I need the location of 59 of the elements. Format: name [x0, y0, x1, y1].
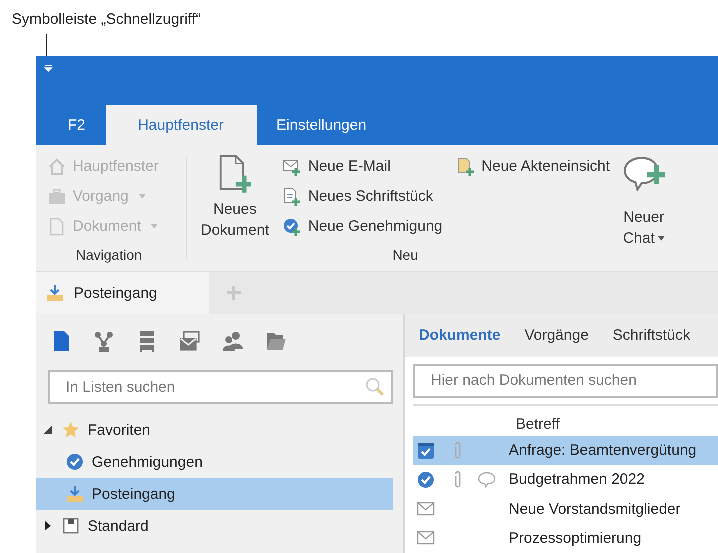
- collapse-arrow-icon[interactable]: [44, 425, 52, 435]
- tree-item[interactable]: Favoriten: [36, 414, 393, 446]
- table-row[interactable]: Budgetrahmen 2022: [413, 465, 718, 494]
- house-icon: [48, 158, 66, 176]
- briefcase-icon: [48, 188, 66, 206]
- tree-item[interactable]: Standard: [36, 510, 393, 542]
- leader-line: [46, 34, 47, 56]
- speech-bubble-plus-icon: [622, 155, 666, 195]
- search-icon: [365, 377, 385, 397]
- caret-icon: [658, 236, 665, 241]
- view-tab[interactable]: Vorgänge: [524, 326, 589, 344]
- square-icon: [62, 517, 80, 535]
- document-plus-icon: [219, 155, 252, 193]
- subject-cell-text: Budgetrahmen 2022: [508, 471, 645, 488]
- table-row[interactable]: Prozessoptimierung: [413, 524, 718, 553]
- inbox-icon: [46, 284, 64, 302]
- group-label: Neu: [392, 247, 418, 263]
- letter-plus-icon: [283, 188, 302, 206]
- document-search-field[interactable]: Hier nach Dokumenten suchen: [413, 364, 718, 398]
- check-circle-icon: [66, 453, 84, 471]
- document-tab[interactable]: Posteingang: [36, 272, 209, 314]
- tree-item[interactable]: Posteingang: [36, 478, 393, 510]
- new-document-button[interactable]: Neues Dokument: [201, 155, 270, 241]
- table-row[interactable]: Anfrage: Beamtenvergütung: [413, 436, 718, 466]
- annotation-label: Symbolleiste „Schnellzugriff“: [12, 11, 201, 28]
- file-plus-icon: [456, 158, 475, 176]
- folder-icon[interactable]: [265, 330, 287, 352]
- customize-caret-icon[interactable]: [44, 65, 53, 73]
- view-tab[interactable]: Schriftstück: [612, 326, 690, 344]
- inbox-icon: [66, 485, 84, 503]
- new-item-button[interactable]: Neue Akteneinsicht: [456, 155, 610, 178]
- star-icon: [62, 421, 80, 439]
- people-network-icon[interactable]: [93, 330, 115, 352]
- tree-item[interactable]: Genehmigungen: [36, 446, 393, 478]
- ribbon-tab[interactable]: Hauptfenster: [106, 105, 257, 145]
- ribbon-tab[interactable]: Einstellungen: [256, 105, 387, 145]
- new-chat-button[interactable]: Neuer Chat: [622, 155, 666, 271]
- envelope-plus-icon: [283, 158, 302, 176]
- people-icon[interactable]: [222, 330, 244, 352]
- column-header[interactable]: Betreff: [516, 416, 560, 433]
- new-item-button[interactable]: Neue E-Mail: [283, 155, 443, 178]
- check-circle-icon: [417, 470, 435, 489]
- document-icon: [48, 218, 66, 236]
- subject-cell-text: Anfrage: Beamtenvergütung: [508, 442, 697, 460]
- view-tab[interactable]: Dokumente: [419, 326, 501, 344]
- subject-cell-text: Prozessoptimierung: [508, 530, 642, 547]
- envelopes-icon[interactable]: [179, 330, 201, 352]
- list-search-field[interactable]: In Listen suchen: [48, 370, 393, 404]
- subject-cell-text: Neue Vorstandsmitglieder: [508, 500, 681, 518]
- check-badge-icon: [283, 218, 302, 236]
- expand-arrow-icon[interactable]: [44, 521, 52, 531]
- ribbon-tab[interactable]: F2: [48, 105, 106, 145]
- envelope-icon: [417, 500, 435, 518]
- table-row[interactable]: Neue Vorstandsmitglieder: [413, 494, 718, 524]
- envelope-icon: [417, 529, 435, 548]
- new-item-button[interactable]: Neue Genehmigung: [283, 215, 443, 238]
- new-item-button[interactable]: Neues Schriftstück: [283, 185, 443, 208]
- checked-document-icon: [417, 442, 435, 460]
- group-label: Navigation: [76, 247, 142, 263]
